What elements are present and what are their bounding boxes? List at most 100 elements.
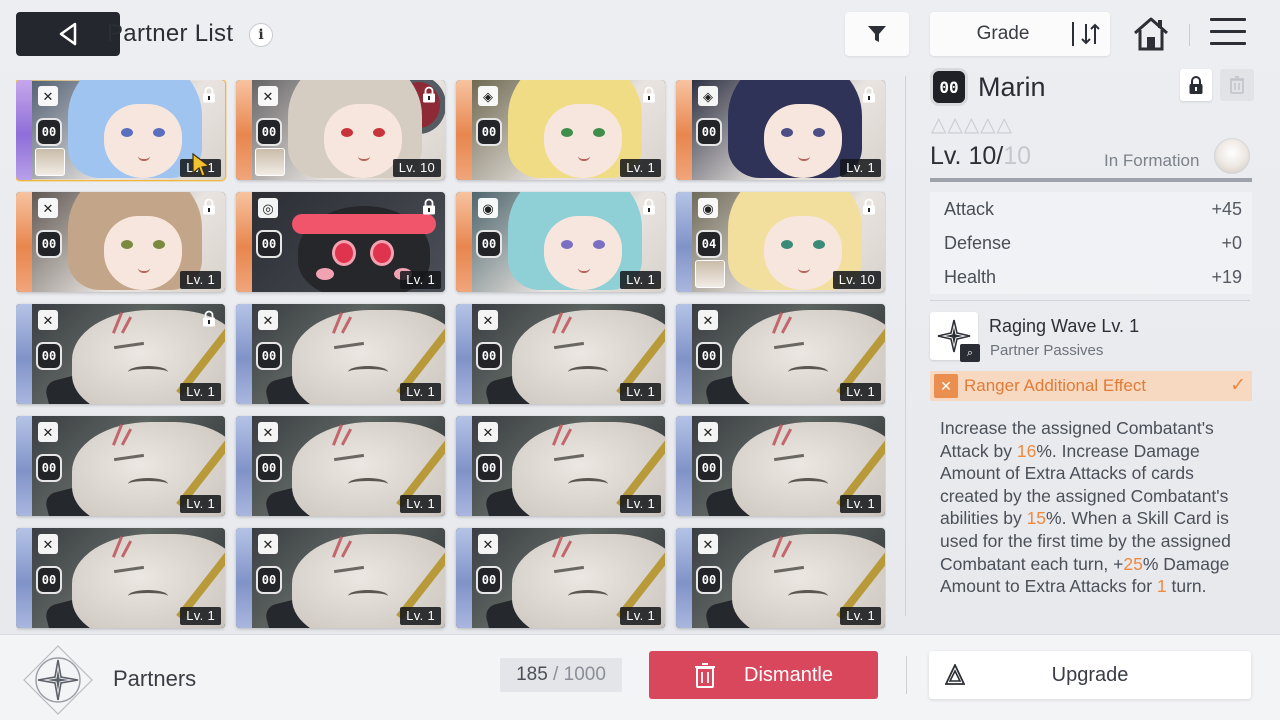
portrait-mouth bbox=[128, 590, 168, 602]
portrait-eye bbox=[781, 240, 793, 249]
filter-icon bbox=[868, 26, 886, 42]
portrait-eye bbox=[121, 240, 133, 249]
portrait-mouth bbox=[348, 366, 388, 378]
sort-label: Grade bbox=[976, 23, 1030, 44]
partner-card[interactable]: ✕ 00 Lv. 10 bbox=[236, 80, 445, 180]
home-icon[interactable] bbox=[1132, 16, 1170, 52]
mascot-eye bbox=[332, 240, 356, 266]
menu-button[interactable] bbox=[1210, 18, 1246, 50]
dismantle-button[interactable]: Dismantle bbox=[649, 651, 878, 699]
class-icon: ◈ bbox=[698, 86, 718, 106]
lock-icon bbox=[639, 84, 659, 104]
portrait-eye bbox=[813, 240, 825, 249]
rank-badge: 00 bbox=[256, 118, 282, 146]
partner-card[interactable]: ✕00Lv. 1 bbox=[456, 416, 665, 516]
partner-card[interactable]: ◈ 00 Lv. 1 bbox=[456, 80, 665, 180]
trash-icon bbox=[1230, 76, 1244, 94]
back-button[interactable] bbox=[16, 12, 120, 56]
portrait-mouth bbox=[568, 590, 608, 602]
grade-stripe bbox=[236, 192, 252, 292]
highlight-value: 15 bbox=[1026, 508, 1047, 529]
level-tag: Lv. 1 bbox=[620, 495, 661, 513]
level-tag: Lv. 1 bbox=[840, 383, 881, 401]
partner-card[interactable]: ◉ 04 Lv. 10 bbox=[676, 192, 885, 292]
partner-card[interactable]: ✕00Lv. 1 bbox=[236, 304, 445, 404]
level-progress-fill bbox=[930, 178, 1252, 182]
stats-table: Attack +45 Defense +0 Health +19 bbox=[930, 192, 1252, 294]
lock-icon bbox=[199, 196, 219, 216]
grade-stripe bbox=[676, 80, 692, 180]
partner-card[interactable]: ✕00Lv. 1 bbox=[16, 192, 225, 292]
partner-rank-badge: 00 bbox=[930, 68, 968, 106]
class-icon: ✕ bbox=[698, 422, 718, 442]
discard-button[interactable] bbox=[1220, 69, 1254, 101]
rank-badge: 00 bbox=[36, 566, 62, 594]
upgrade-button[interactable]: Upgrade bbox=[929, 651, 1251, 699]
lock-icon bbox=[419, 84, 439, 104]
sort-order-icon[interactable] bbox=[1080, 21, 1102, 47]
highlight-value: 25 bbox=[1123, 553, 1143, 574]
partner-card[interactable]: ✕00Lv. 1 bbox=[16, 304, 225, 404]
partner-card[interactable]: ✕00Lv. 1 bbox=[676, 304, 885, 404]
level-tag: Lv. 1 bbox=[840, 607, 881, 625]
grade-stripe bbox=[456, 192, 472, 292]
combatant-avatar[interactable] bbox=[1214, 138, 1250, 174]
partner-level-current: Lv. 10/ bbox=[930, 142, 1004, 170]
grade-stripe bbox=[16, 528, 32, 628]
additional-effect-bar[interactable]: ✕ Ranger Additional Effect ✓ bbox=[930, 371, 1252, 401]
dismantle-label: Dismantle bbox=[744, 663, 833, 686]
rank-badge: 00 bbox=[256, 566, 282, 594]
portrait-mouth bbox=[348, 590, 388, 602]
skill-icon[interactable]: ⌕ bbox=[930, 312, 980, 362]
rank-badge: 04 bbox=[696, 230, 722, 258]
stat-value: +19 bbox=[1211, 267, 1242, 287]
level-tag: Lv. 10 bbox=[392, 159, 441, 177]
level-tag: Lv. 1 bbox=[620, 271, 661, 289]
stat-value: +0 bbox=[1221, 233, 1242, 253]
portrait-mouth bbox=[788, 366, 828, 378]
partner-card[interactable]: ✕00Lv. 1 bbox=[676, 416, 885, 516]
class-icon: ◈ bbox=[478, 86, 498, 106]
partner-card[interactable]: ✕00Lv. 1 bbox=[456, 528, 665, 628]
partner-card[interactable]: ◉ 00 Lv. 1 bbox=[456, 192, 665, 292]
level-tag: Lv. 1 bbox=[400, 383, 441, 401]
back-arrow-icon bbox=[59, 22, 77, 46]
partner-grid: ✕ 00 Lv. 1 ✕ 00 Lv. 10 ◈ 00 Lv. 1 ◈ 00 Lv. 1 ✕ 00 Lv. … bbox=[16, 80, 886, 632]
partner-card[interactable]: ✕00Lv. 1 bbox=[16, 80, 226, 181]
partner-card[interactable]: ✕00Lv. 1 bbox=[16, 528, 225, 628]
partner-count: 185 / 1000 bbox=[500, 658, 622, 692]
lock-button[interactable] bbox=[1180, 69, 1212, 101]
effect-label: Ranger Additional Effect bbox=[964, 376, 1147, 395]
info-icon[interactable]: i bbox=[249, 23, 273, 47]
class-icon: ✕ bbox=[258, 534, 278, 554]
partner-card[interactable]: ◎ 00 Lv. 1 bbox=[236, 192, 445, 292]
level-tag: Lv. 1 bbox=[620, 383, 661, 401]
class-icon: ✕ bbox=[478, 534, 498, 554]
class-icon: ✕ bbox=[698, 534, 718, 554]
partner-card[interactable]: ✕00Lv. 1 bbox=[456, 304, 665, 404]
rank-badge: 00 bbox=[476, 118, 502, 146]
partner-level: Lv. 10/10 bbox=[930, 142, 1031, 171]
portrait-mouth bbox=[788, 478, 828, 490]
partner-card[interactable]: ◈ 00 Lv. 1 bbox=[676, 80, 885, 180]
level-tag: Lv. 1 bbox=[840, 495, 881, 513]
level-tag: Lv. 1 bbox=[180, 271, 221, 289]
partner-card[interactable]: ✕00Lv. 1 bbox=[676, 528, 885, 628]
rank-badge: 00 bbox=[36, 118, 62, 146]
level-tag: Lv. 1 bbox=[180, 607, 221, 625]
class-icon: ✕ bbox=[258, 422, 278, 442]
sort-button[interactable]: Grade bbox=[930, 12, 1110, 56]
panel-divider bbox=[905, 76, 906, 616]
grade-stripe bbox=[676, 528, 692, 628]
portrait-eye bbox=[341, 128, 353, 137]
lock-icon bbox=[639, 196, 659, 216]
class-icon: ✕ bbox=[38, 198, 58, 218]
partner-card[interactable]: ✕00Lv. 1 bbox=[236, 528, 445, 628]
partner-card[interactable]: ✕00Lv. 1 bbox=[236, 416, 445, 516]
grade-stripe bbox=[676, 416, 692, 516]
partner-card[interactable]: ✕00Lv. 1 bbox=[16, 416, 225, 516]
lock-icon bbox=[199, 308, 219, 328]
class-icon: ◉ bbox=[478, 198, 498, 218]
filter-button[interactable] bbox=[845, 12, 909, 56]
portrait-eye bbox=[593, 240, 605, 249]
